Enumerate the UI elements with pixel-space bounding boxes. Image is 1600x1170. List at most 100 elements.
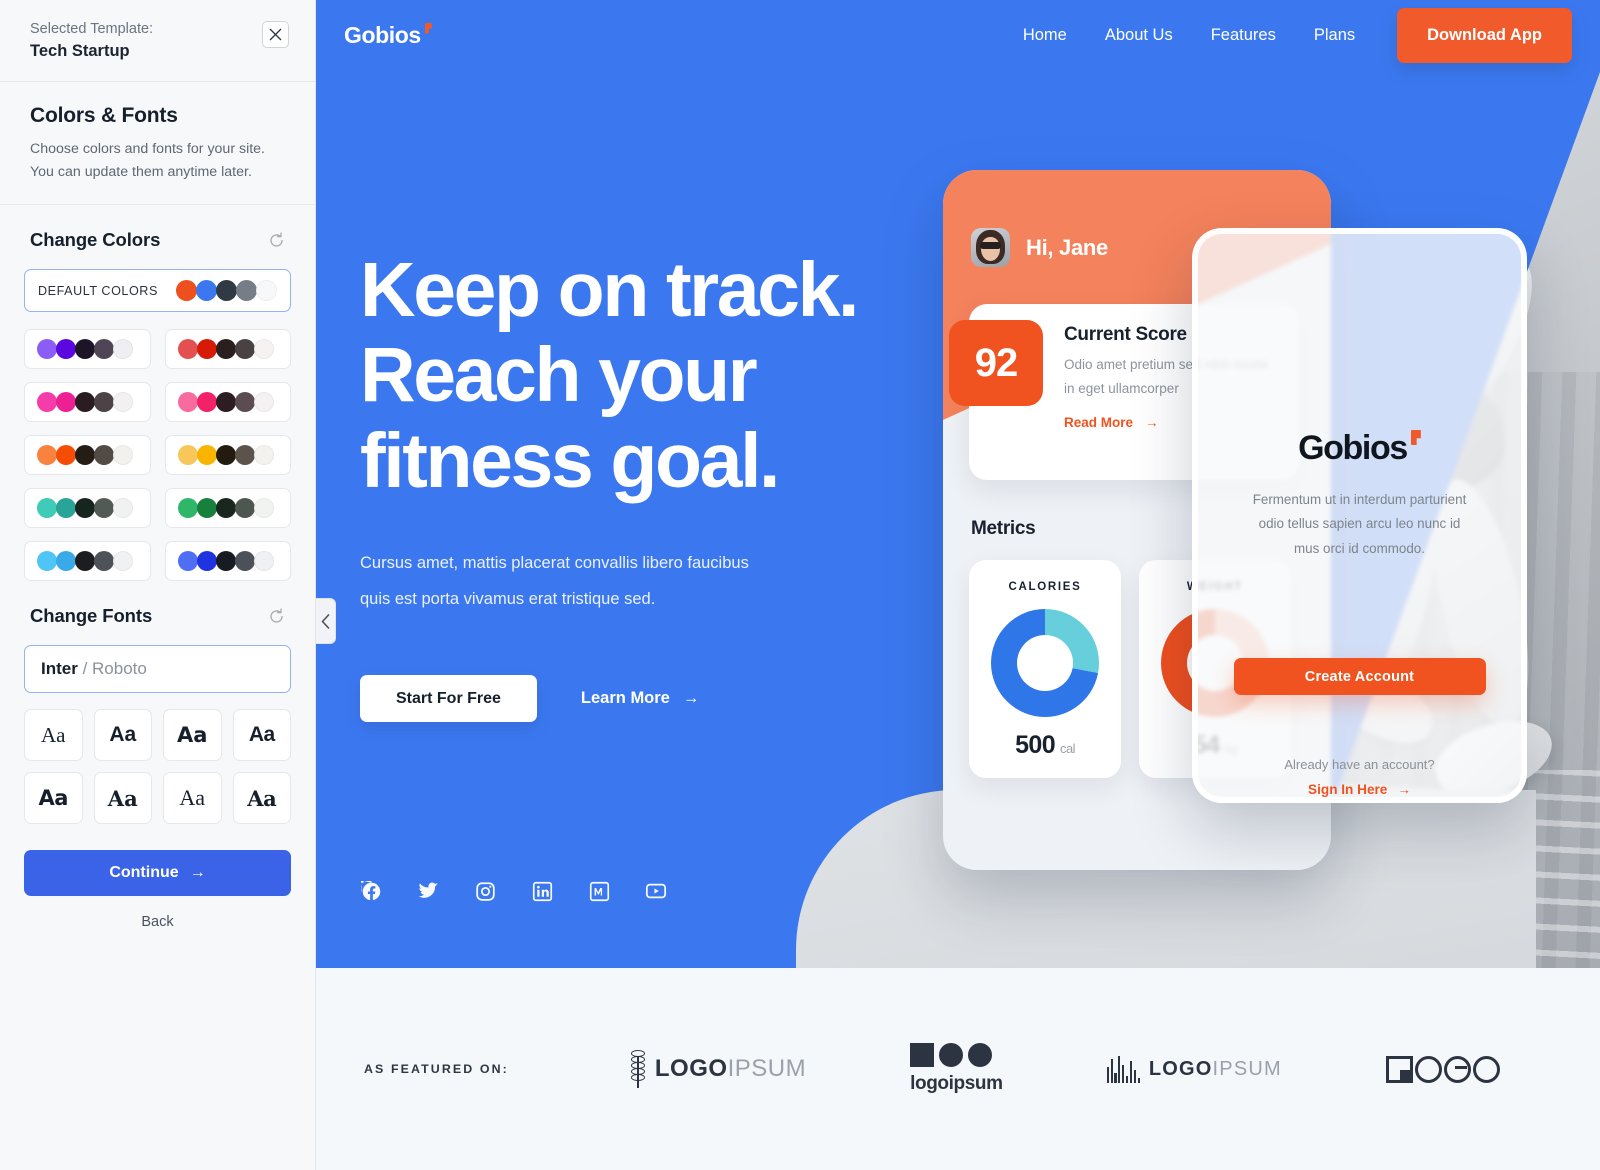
palette-green[interactable]	[164, 488, 291, 529]
color-swatch	[113, 339, 133, 360]
palette-default-colors[interactable]: DEFAULT COLORS	[24, 269, 291, 313]
metrics-title: Metrics	[971, 518, 1036, 539]
facebook-icon[interactable]	[360, 880, 382, 902]
color-swatch	[196, 392, 217, 413]
start-for-free-button[interactable]: Start For Free	[360, 675, 537, 723]
hero-description-line1: Cursus amet, mattis placerat convallis l…	[360, 554, 749, 573]
arrow-right-icon: →	[1397, 782, 1411, 797]
reset-colors-icon[interactable]	[268, 232, 285, 249]
font-tile-7[interactable]: Aa	[163, 772, 222, 825]
color-swatch	[196, 551, 217, 572]
site-logo[interactable]: Gobios	[344, 22, 432, 49]
color-swatch	[37, 445, 57, 466]
font-tile-6[interactable]: Aa	[93, 772, 152, 825]
hero-heading-line3: fitness goal.	[360, 417, 780, 504]
palette-purple[interactable]	[24, 329, 151, 370]
reset-fonts-icon[interactable]	[268, 608, 285, 625]
as-featured-on-section: AS FEATURED ON: LOGOIPSUM logoipsum LOGO…	[316, 968, 1600, 1170]
font-tile-4[interactable]: Aa	[232, 709, 291, 762]
logoipsum-bars-logo: LOGOIPSUM	[1106, 1055, 1282, 1083]
wheat-icon	[630, 1050, 646, 1088]
continue-button[interactable]: Continue →	[24, 850, 291, 897]
selected-font-pair[interactable]: Inter / Roboto	[24, 645, 291, 694]
color-swatch	[236, 280, 257, 302]
color-swatch	[75, 392, 95, 413]
signup-description-line3: mus orci id commodo.	[1294, 540, 1425, 556]
color-swatch	[37, 498, 57, 519]
color-swatch	[94, 551, 114, 572]
palette-teal[interactable]	[24, 488, 151, 529]
metric-card-calories[interactable]: CALORIES 500 cal	[969, 560, 1121, 778]
score-value-badge: 92	[949, 320, 1043, 406]
hero-cta-row: Start For Free Learn More →	[360, 675, 980, 723]
signup-logo: Gobios	[1298, 429, 1421, 468]
youtube-icon[interactable]	[645, 880, 667, 902]
color-swatch	[75, 551, 95, 572]
social-links	[360, 880, 667, 902]
font-tile-2[interactable]: Aa	[93, 709, 152, 762]
logo-text-bold: LOGO	[1148, 1057, 1213, 1080]
color-swatch	[177, 339, 198, 360]
font-tile-1[interactable]: Aa	[24, 709, 83, 762]
change-fonts-header: Change Fonts	[0, 605, 315, 627]
color-swatch	[215, 392, 236, 413]
create-account-button[interactable]: Create Account	[1233, 658, 1486, 695]
metric-number: 500	[1015, 731, 1056, 759]
font-tile-5[interactable]: Aa	[24, 772, 83, 825]
palette-magenta[interactable]	[24, 382, 151, 423]
color-swatch	[253, 551, 274, 572]
color-swatch	[56, 445, 76, 466]
back-link[interactable]: Back	[24, 914, 291, 930]
chevron-left-icon	[321, 613, 330, 629]
signup-description-line2: odio tellus sapien arcu leo nunc id	[1258, 516, 1461, 532]
learn-more-link[interactable]: Learn More →	[581, 689, 699, 708]
nav-item-features[interactable]: Features	[1211, 26, 1276, 45]
page-description-line1: Choose colors and fonts for your site.	[30, 141, 266, 158]
download-app-button[interactable]: Download App	[1397, 7, 1572, 63]
nav-item-plans[interactable]: Plans	[1314, 26, 1355, 45]
sidebar-collapse-handle[interactable]	[316, 598, 336, 644]
app-root: Selected Template: Tech Startup Colors &…	[0, 0, 1600, 1170]
color-swatch	[113, 392, 133, 413]
logo-text-bold: LOGO	[654, 1055, 728, 1082]
color-swatch	[196, 498, 217, 519]
close-icon[interactable]	[262, 21, 289, 48]
twitter-icon[interactable]	[417, 880, 439, 902]
hero-heading-line1: Keep on track.	[360, 247, 859, 333]
palette-pink[interactable]	[164, 382, 291, 423]
sign-in-here-link[interactable]: Sign In Here →	[1308, 782, 1411, 797]
palette-default-swatches	[176, 280, 277, 302]
selected-template-header: Selected Template: Tech Startup	[0, 0, 315, 83]
featured-logos: LOGOIPSUM logoipsum LOGOIPSUM	[509, 1043, 1552, 1095]
site-navbar: Gobios Home About Us Features Plans Down…	[316, 0, 1600, 70]
color-swatch	[75, 339, 95, 360]
palette-grid	[24, 329, 291, 582]
palette-red[interactable]	[164, 329, 291, 370]
font-tile-8[interactable]: Aa	[232, 772, 291, 825]
palette-yellow[interactable]	[164, 435, 291, 476]
font-tile-3[interactable]: Aa	[163, 709, 222, 762]
linkedin-icon[interactable]	[531, 880, 553, 902]
selected-font-secondary: Roboto	[92, 659, 147, 679]
color-swatch	[177, 445, 198, 466]
geometric-icon	[1385, 1055, 1500, 1083]
logo-tick-icon	[1410, 430, 1421, 445]
signup-description-line1: Fermentum ut in interdum parturient	[1252, 492, 1467, 507]
color-swatch	[256, 280, 277, 302]
palette-sky[interactable]	[24, 541, 151, 582]
nav-item-home[interactable]: Home	[1023, 26, 1067, 45]
logo-geometric-logo: LOGO	[1385, 1055, 1500, 1083]
hero-heading-line2: Reach your	[360, 332, 758, 419]
color-swatch	[234, 498, 255, 519]
palette-indigo[interactable]	[164, 541, 291, 582]
signup-description: Fermentum ut in interdum parturient odio…	[1234, 488, 1486, 561]
palette-orange[interactable]	[24, 435, 151, 476]
already-have-account-text: Already have an account?	[1284, 757, 1435, 772]
medium-icon[interactable]	[588, 880, 610, 902]
instagram-icon[interactable]	[474, 880, 496, 902]
color-swatch	[196, 445, 217, 466]
nav-item-about-us[interactable]: About Us	[1105, 26, 1173, 45]
as-featured-on-label: AS FEATURED ON:	[364, 1062, 509, 1076]
color-swatch	[176, 280, 197, 302]
bars-icon	[1106, 1055, 1140, 1083]
